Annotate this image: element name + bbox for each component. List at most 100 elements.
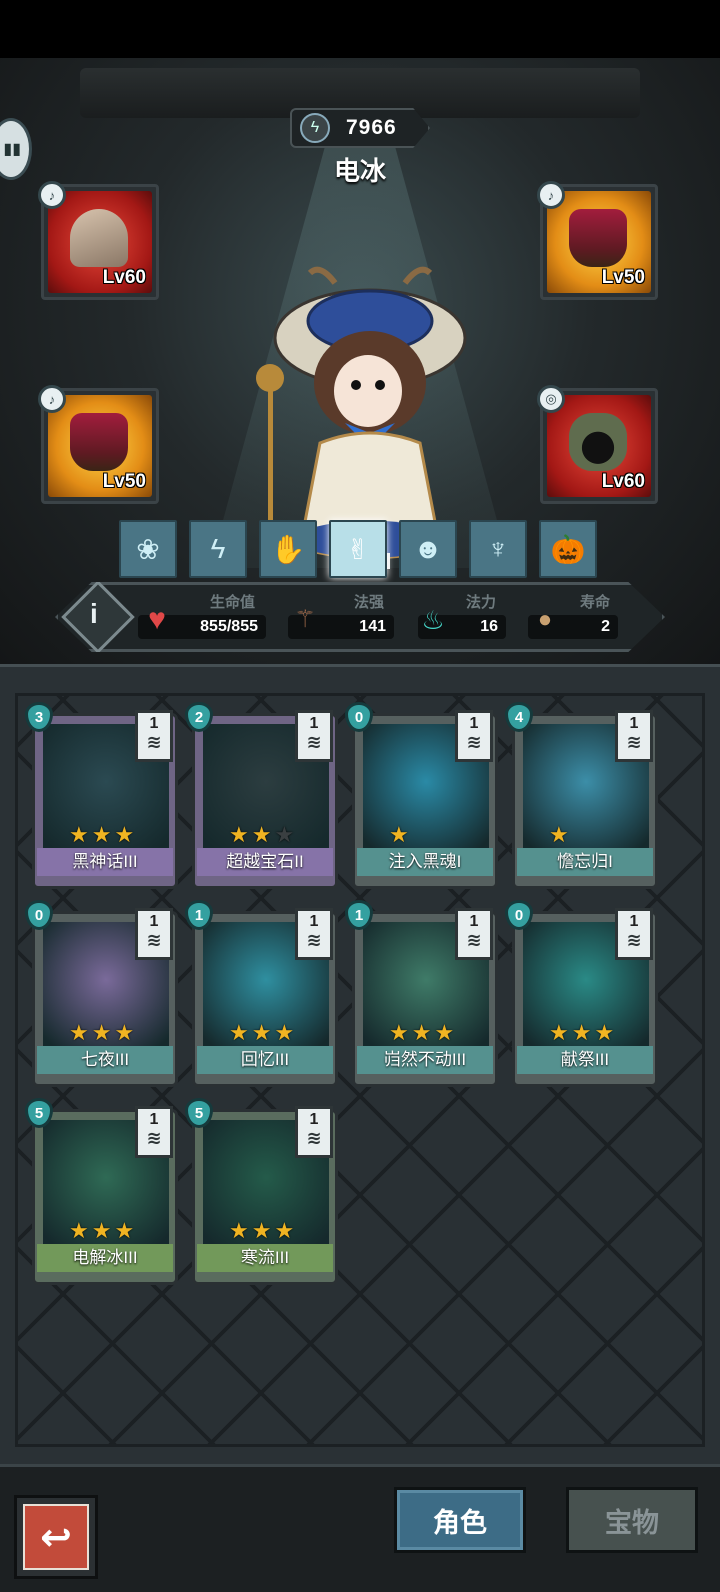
equip-level: Lv60 xyxy=(102,267,146,288)
card-count: 1 xyxy=(149,913,159,930)
card-stars: ★★★ xyxy=(549,1022,614,1044)
stat-power: 法强 141 ⚚ xyxy=(288,591,398,647)
stack-icon: ≋ xyxy=(306,1128,322,1148)
equip-slot-top-right[interactable]: ♪ Lv50 xyxy=(537,181,658,300)
star-icon: ★ xyxy=(251,1020,272,1045)
card-name: 七夜III xyxy=(37,1046,173,1074)
skill-card[interactable]: 1 1 ≋ ★ ★ ★ 岿然不动III xyxy=(345,900,498,1087)
skill-tab-5[interactable]: ☻ xyxy=(399,520,457,578)
card-stars: ★★★ xyxy=(69,1022,134,1044)
card-name: 注入黑魂I xyxy=(357,848,493,876)
skill-tab-4[interactable]: ✌ xyxy=(329,520,387,578)
music-note-icon: ♪ xyxy=(38,385,66,413)
card-count: 1 xyxy=(309,715,319,732)
tab-role[interactable]: 角色 xyxy=(394,1487,526,1553)
character-name: 电冰 xyxy=(333,156,386,186)
card-count: 1 xyxy=(149,1111,159,1128)
power-label: 法强 xyxy=(354,594,385,611)
star-icon: ★ xyxy=(229,1218,249,1243)
star-icon: ★ xyxy=(229,822,249,847)
stack-icon: ≋ xyxy=(146,930,162,950)
star-icon: ★ xyxy=(91,1218,112,1243)
life-label: 寿命 xyxy=(580,594,611,611)
skill-card[interactable]: 41≋★★★憺忘归I xyxy=(505,702,658,889)
card-stars: ★★★ xyxy=(389,1022,454,1044)
skill-tab-row: ❀ ϟ ✋ ✌ ☻ ♆ 🎃 xyxy=(119,520,599,578)
star-icon: ★ xyxy=(274,1218,295,1243)
equip-slot-mid-left[interactable]: ♪ Lv50 xyxy=(38,385,159,504)
star-icon: ★ xyxy=(549,1020,569,1045)
card-count-badge: 1 ≋ xyxy=(295,710,333,762)
power-value: 7966 xyxy=(346,116,397,139)
skill-tab-3[interactable]: ✋ xyxy=(259,520,317,578)
equip-slot-top-left[interactable]: ♪ Lv60 xyxy=(38,181,159,300)
star-icon: ★ xyxy=(594,1020,615,1045)
card-name: 憺忘归I xyxy=(517,848,653,876)
stack-icon: ≋ xyxy=(466,930,482,950)
star-icon: ★ xyxy=(411,1020,432,1045)
skill-tab-7[interactable]: 🎃 xyxy=(539,520,597,578)
card-name: 回忆III xyxy=(197,1046,333,1074)
skill-card[interactable]: 5 1 ≋ ★ ★ ★ 电解冰III xyxy=(25,1098,178,1285)
star-icon: ★ xyxy=(69,1218,89,1243)
music-note-icon: ♪ xyxy=(537,181,565,209)
card-count-badge: 1 ≋ xyxy=(295,908,333,960)
heart-icon: ♥ xyxy=(148,603,166,636)
mana-flame-icon: ♨ xyxy=(421,605,445,635)
card-name: 献祭III xyxy=(517,1046,653,1074)
card-panel: 31≋★★★黑神话III21≋★★★超越宝石II01≋★★★注入黑魂I41≋★★… xyxy=(0,664,720,1464)
card-stars: ★★★ xyxy=(229,1220,294,1242)
stack-icon: ≋ xyxy=(626,930,642,950)
skill-tab-6[interactable]: ♆ xyxy=(469,520,527,578)
star-icon: ★ xyxy=(571,1020,592,1045)
info-button[interactable] xyxy=(61,582,135,652)
card-name: 寒流III xyxy=(197,1244,333,1272)
card-count-badge: 1 ≋ xyxy=(455,908,493,960)
card-grid: 31≋★★★黑神话III21≋★★★超越宝石II01≋★★★注入黑魂I41≋★★… xyxy=(15,693,705,1447)
back-button[interactable]: ↩ xyxy=(14,1495,98,1579)
star-icon: ★ xyxy=(91,822,112,847)
card-count: 1 xyxy=(469,715,479,732)
acorn-icon: ● xyxy=(537,606,553,633)
star-icon: ★ xyxy=(69,1020,89,1045)
stack-icon: ≋ xyxy=(306,732,322,752)
card-stars: ★★★ xyxy=(229,1022,294,1044)
card-name: 电解冰III xyxy=(37,1244,173,1272)
card-stars: ★★★ xyxy=(389,824,454,846)
star-icon: ★ xyxy=(251,1218,272,1243)
star-icon: ★ xyxy=(114,1218,135,1243)
star-icon: ★ xyxy=(91,1020,112,1045)
stat-hp: 生命值 855/855 ♥ xyxy=(138,591,288,647)
card-stars: ★★★ xyxy=(69,1220,134,1242)
tab-treasure[interactable]: 宝物 xyxy=(566,1487,698,1553)
skill-card[interactable]: 0 1 ≋ ★ ★ ★ 七夜III xyxy=(25,900,178,1087)
skill-card[interactable]: 3 1 ≋ ★ ★ ★ 黑神话III xyxy=(25,702,178,889)
star-icon: ★ xyxy=(229,1020,249,1045)
skill-tab-2[interactable]: ϟ xyxy=(189,520,247,578)
skill-card[interactable]: 2 1 ≋ ★ ★ ★ 超越宝石II xyxy=(185,702,338,889)
star-icon: ★ xyxy=(251,822,272,847)
star-icon: ★ xyxy=(274,822,295,847)
pants-icon xyxy=(70,209,128,267)
skill-tab-1[interactable]: ❀ xyxy=(119,520,177,578)
star-icon: ★ xyxy=(114,1020,135,1045)
power-icon: ϟ xyxy=(300,113,330,143)
equip-level: Lv50 xyxy=(102,471,146,492)
card-count-badge: 1 ≋ xyxy=(135,1106,173,1158)
equip-slot-mid-right[interactable]: ◎ Lv60 xyxy=(537,385,658,504)
card-count: 1 xyxy=(629,715,639,732)
stack-icon: ≋ xyxy=(306,930,322,950)
hp-label: 生命值 xyxy=(210,594,256,611)
card-count-badge: 1 ≋ xyxy=(615,908,653,960)
star-icon: ★ xyxy=(389,1020,409,1045)
card-count: 1 xyxy=(149,715,159,732)
skill-card[interactable]: 0 1 ≋ ★ ★ ★ 献祭III xyxy=(505,900,658,1087)
staff-icon: ⚚ xyxy=(294,606,316,633)
skill-card[interactable]: 01≋★★★注入黑魂I xyxy=(345,702,498,889)
card-stars: ★★★ xyxy=(69,824,134,846)
skill-card[interactable]: 1 1 ≋ ★ ★ ★ 回忆III xyxy=(185,900,338,1087)
back-arrow-icon: ↩ xyxy=(23,1504,89,1570)
card-count-badge: 1 ≋ xyxy=(135,710,173,762)
equip-level: Lv60 xyxy=(601,471,645,492)
skill-card[interactable]: 5 1 ≋ ★ ★ ★ 寒流III xyxy=(185,1098,338,1285)
